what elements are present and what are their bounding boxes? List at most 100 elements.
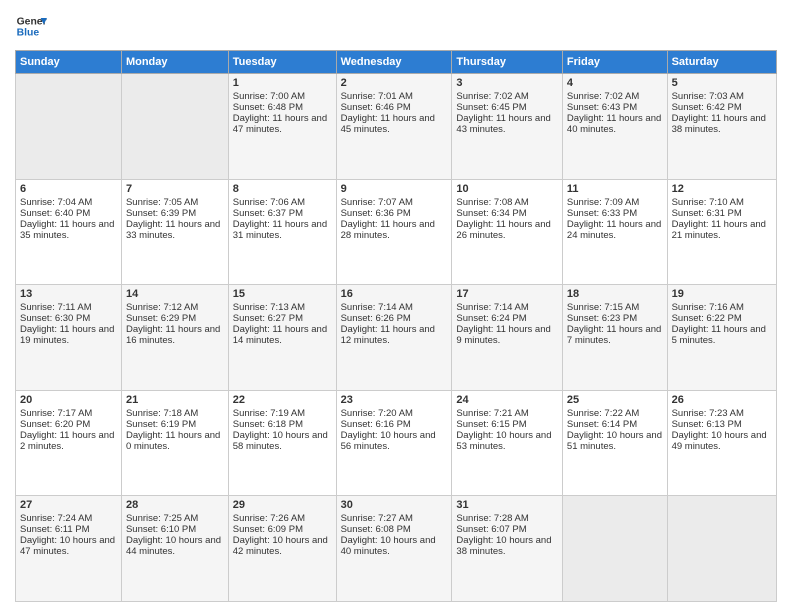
day-number: 13 (20, 288, 117, 300)
sunset-text: Sunset: 6:15 PM (456, 419, 558, 430)
day-number: 23 (341, 394, 448, 406)
daylight-text: Daylight: 10 hours and 58 minutes. (233, 430, 332, 452)
calendar-col-sunday: Sunday (16, 51, 122, 74)
sunrise-text: Sunrise: 7:19 AM (233, 408, 332, 419)
day-number: 28 (126, 499, 224, 511)
daylight-text: Daylight: 11 hours and 47 minutes. (233, 113, 332, 135)
daylight-text: Daylight: 11 hours and 28 minutes. (341, 219, 448, 241)
daylight-text: Daylight: 11 hours and 21 minutes. (672, 219, 772, 241)
daylight-text: Daylight: 11 hours and 5 minutes. (672, 324, 772, 346)
sunrise-text: Sunrise: 7:25 AM (126, 513, 224, 524)
sunset-text: Sunset: 6:09 PM (233, 524, 332, 535)
sunset-text: Sunset: 6:27 PM (233, 313, 332, 324)
logo: General Blue (15, 10, 47, 42)
calendar-cell: 14Sunrise: 7:12 AMSunset: 6:29 PMDayligh… (121, 285, 228, 391)
daylight-text: Daylight: 10 hours and 53 minutes. (456, 430, 558, 452)
day-number: 1 (233, 77, 332, 89)
daylight-text: Daylight: 11 hours and 9 minutes. (456, 324, 558, 346)
calendar-cell: 26Sunrise: 7:23 AMSunset: 6:13 PMDayligh… (667, 390, 776, 496)
daylight-text: Daylight: 10 hours and 42 minutes. (233, 535, 332, 557)
sunset-text: Sunset: 6:24 PM (456, 313, 558, 324)
calendar-cell: 1Sunrise: 7:00 AMSunset: 6:48 PMDaylight… (228, 74, 336, 180)
day-number: 17 (456, 288, 558, 300)
sunrise-text: Sunrise: 7:24 AM (20, 513, 117, 524)
calendar-cell: 28Sunrise: 7:25 AMSunset: 6:10 PMDayligh… (121, 496, 228, 602)
sunset-text: Sunset: 6:34 PM (456, 208, 558, 219)
day-number: 8 (233, 183, 332, 195)
calendar-cell (562, 496, 667, 602)
sunrise-text: Sunrise: 7:21 AM (456, 408, 558, 419)
calendar-col-wednesday: Wednesday (336, 51, 452, 74)
calendar-cell: 3Sunrise: 7:02 AMSunset: 6:45 PMDaylight… (452, 74, 563, 180)
day-number: 26 (672, 394, 772, 406)
sunset-text: Sunset: 6:07 PM (456, 524, 558, 535)
daylight-text: Daylight: 11 hours and 43 minutes. (456, 113, 558, 135)
svg-text:Blue: Blue (17, 28, 40, 39)
daylight-text: Daylight: 10 hours and 44 minutes. (126, 535, 224, 557)
day-number: 21 (126, 394, 224, 406)
calendar-cell: 2Sunrise: 7:01 AMSunset: 6:46 PMDaylight… (336, 74, 452, 180)
calendar-cell: 13 Sunrise: 7:11 AMSunset: 6:30 PMDayligh… (16, 285, 122, 391)
sunset-text: Sunset: 6:46 PM (341, 102, 448, 113)
sunset-text: Sunset: 6:20 PM (20, 419, 117, 430)
day-number: 16 (341, 288, 448, 300)
calendar-cell: 10Sunrise: 7:08 AMSunset: 6:34 PMDayligh… (452, 179, 563, 285)
daylight-text: Daylight: 11 hours and 0 minutes. (126, 430, 224, 452)
sunset-text: Sunset: 6:11 PM (20, 524, 117, 535)
sunrise-text: Sunrise: 7:17 AM (20, 408, 117, 419)
sunrise-text: Sunrise: 7:23 AM (672, 408, 772, 419)
sunset-text: Sunset: 6:36 PM (341, 208, 448, 219)
sunrise-text: Sunrise: 7:09 AM (567, 197, 663, 208)
calendar-cell (16, 74, 122, 180)
sunrise-text: Sunrise: 7:03 AM (672, 91, 772, 102)
logo-icon: General Blue (15, 10, 47, 42)
sunrise-text: Sunrise: 7:11 AM (20, 302, 117, 313)
day-number: 27 (20, 499, 117, 511)
sunrise-text: Sunrise: 7:26 AM (233, 513, 332, 524)
sunrise-text: Sunrise: 7:27 AM (341, 513, 448, 524)
sunrise-text: Sunrise: 7:22 AM (567, 408, 663, 419)
calendar-cell: 6Sunrise: 7:04 AMSunset: 6:40 PMDaylight… (16, 179, 122, 285)
calendar-col-tuesday: Tuesday (228, 51, 336, 74)
sunset-text: Sunset: 6:18 PM (233, 419, 332, 430)
calendar-header-row: SundayMondayTuesdayWednesdayThursdayFrid… (16, 51, 777, 74)
sunrise-text: Sunrise: 7:01 AM (341, 91, 448, 102)
calendar-cell: 9Sunrise: 7:07 AMSunset: 6:36 PMDaylight… (336, 179, 452, 285)
sunrise-text: Sunrise: 7:16 AM (672, 302, 772, 313)
sunrise-text: Sunrise: 7:00 AM (233, 91, 332, 102)
sunset-text: Sunset: 6:42 PM (672, 102, 772, 113)
sunset-text: Sunset: 6:45 PM (456, 102, 558, 113)
daylight-text: Daylight: 11 hours and 35 minutes. (20, 219, 117, 241)
sunrise-text: Sunrise: 7:20 AM (341, 408, 448, 419)
daylight-text: Daylight: 11 hours and 45 minutes. (341, 113, 448, 135)
daylight-text: Daylight: 11 hours and 19 minutes. (20, 324, 117, 346)
day-number: 22 (233, 394, 332, 406)
calendar-cell: 8Sunrise: 7:06 AMSunset: 6:37 PMDaylight… (228, 179, 336, 285)
day-number: 9 (341, 183, 448, 195)
page: General Blue SundayMondayTuesdayWednesda… (0, 0, 792, 612)
sunset-text: Sunset: 6:30 PM (20, 313, 117, 324)
calendar-cell: 17Sunrise: 7:14 AMSunset: 6:24 PMDayligh… (452, 285, 563, 391)
daylight-text: Daylight: 11 hours and 2 minutes. (20, 430, 117, 452)
daylight-text: Daylight: 10 hours and 51 minutes. (567, 430, 663, 452)
sunset-text: Sunset: 6:40 PM (20, 208, 117, 219)
sunset-text: Sunset: 6:37 PM (233, 208, 332, 219)
day-number: 25 (567, 394, 663, 406)
day-number: 3 (456, 77, 558, 89)
sunset-text: Sunset: 6:33 PM (567, 208, 663, 219)
calendar-week-1: 6Sunrise: 7:04 AMSunset: 6:40 PMDaylight… (16, 179, 777, 285)
day-number: 30 (341, 499, 448, 511)
day-number: 29 (233, 499, 332, 511)
calendar-cell: 19Sunrise: 7:16 AMSunset: 6:22 PMDayligh… (667, 285, 776, 391)
calendar-cell: 15Sunrise: 7:13 AMSunset: 6:27 PMDayligh… (228, 285, 336, 391)
daylight-text: Daylight: 11 hours and 33 minutes. (126, 219, 224, 241)
day-number: 10 (456, 183, 558, 195)
calendar-cell: 22 Sunrise: 7:19 AMSunset: 6:18 PMDayligh… (228, 390, 336, 496)
calendar-col-thursday: Thursday (452, 51, 563, 74)
daylight-text: Daylight: 10 hours and 38 minutes. (456, 535, 558, 557)
calendar-cell: 27Sunrise: 7:24 AMSunset: 6:11 PMDayligh… (16, 496, 122, 602)
calendar-col-saturday: Saturday (667, 51, 776, 74)
day-number: 11 (567, 183, 663, 195)
calendar-cell: 7Sunrise: 7:05 AMSunset: 6:39 PMDaylight… (121, 179, 228, 285)
daylight-text: Daylight: 11 hours and 38 minutes. (672, 113, 772, 135)
